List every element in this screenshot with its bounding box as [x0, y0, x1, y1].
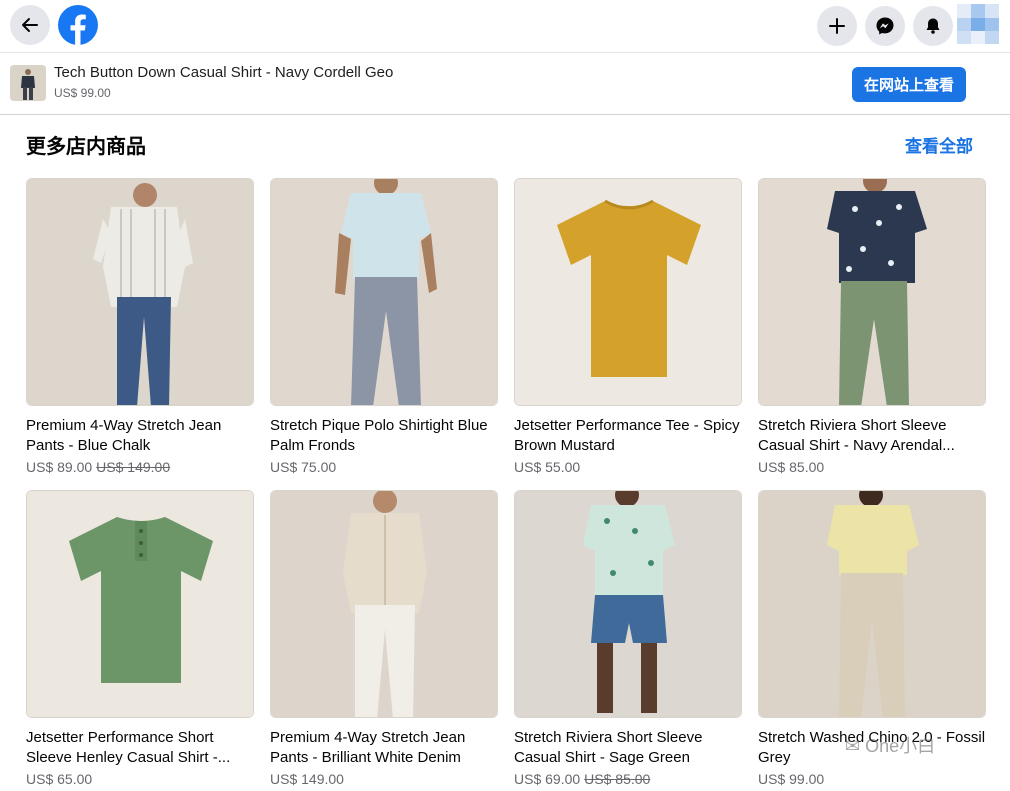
view-on-website-button[interactable]: 在网站上查看: [852, 67, 966, 102]
wechat-icon: ✉: [845, 736, 861, 756]
product-image[interactable]: [26, 490, 254, 718]
product-image[interactable]: [514, 490, 742, 718]
product-card[interactable]: Stretch Riviera Short Sleeve Casual Shir…: [514, 490, 742, 789]
top-bar: [0, 0, 1010, 53]
price: US$ 69.00: [514, 771, 581, 787]
product-card[interactable]: Premium 4-Way Stretch Jean Pants - Blue …: [26, 178, 254, 477]
old-price: US$ 149.00: [96, 459, 171, 475]
product-card[interactable]: Premium 4-Way Stretch Jean Pants - Brill…: [270, 490, 498, 789]
product-price: US$ 99.00: [54, 86, 111, 100]
notifications-button[interactable]: [913, 6, 953, 46]
old-price: US$ 85.00: [584, 771, 651, 787]
product-image[interactable]: [514, 178, 742, 406]
product-name: Stretch Riviera Short Sleeve Casual Shir…: [514, 729, 703, 766]
product-name: Stretch Riviera Short Sleeve Casual Shir…: [758, 417, 955, 454]
product-name: Premium 4-Way Stretch Jean Pants - Brill…: [270, 729, 466, 766]
product-thumbnail[interactable]: [10, 65, 46, 101]
price: US$ 89.00: [26, 459, 93, 475]
price: US$ 149.00: [270, 771, 344, 787]
bell-icon: [926, 18, 940, 34]
price: US$ 99.00: [758, 771, 825, 787]
plus-icon: [829, 18, 845, 34]
messenger-button[interactable]: [865, 6, 905, 46]
product-prices: US$ 85.00: [758, 457, 986, 477]
create-button[interactable]: [817, 6, 857, 46]
price: US$ 75.00: [270, 459, 337, 475]
product-card[interactable]: Jetsetter Performance Tee - Spicy Brown …: [514, 178, 742, 477]
product-header: Tech Button Down Casual Shirt - Navy Cor…: [0, 54, 1010, 115]
product-image[interactable]: [270, 490, 498, 718]
product-image[interactable]: [270, 178, 498, 406]
facebook-logo-icon[interactable]: [57, 4, 99, 46]
product-name: Jetsetter Performance Short Sleeve Henle…: [26, 729, 231, 766]
product-prices: US$ 69.00 US$ 85.00: [514, 769, 742, 789]
product-prices: US$ 65.00: [26, 769, 254, 789]
avatar[interactable]: [957, 4, 999, 44]
section-title: 更多店内商品: [26, 136, 146, 158]
product-prices: US$ 99.00: [758, 769, 986, 789]
back-button[interactable]: [10, 5, 50, 45]
product-prices: US$ 149.00: [270, 769, 498, 789]
watermark: ✉ One小白: [845, 732, 935, 758]
product-name: Premium 4-Way Stretch Jean Pants - Blue …: [26, 417, 222, 454]
product-prices: US$ 75.00: [270, 457, 498, 477]
messenger-icon: [876, 17, 894, 35]
product-image[interactable]: [758, 490, 986, 718]
product-title: Tech Button Down Casual Shirt - Navy Cor…: [54, 64, 394, 81]
product-prices: US$ 89.00 US$ 149.00: [26, 457, 254, 477]
product-prices: US$ 55.00: [514, 457, 742, 477]
watermark-text: One小白: [865, 736, 936, 756]
arrow-left-icon: [22, 18, 38, 32]
product-card[interactable]: Stretch Pique Polo Shirtight Blue Palm F…: [270, 178, 498, 477]
product-card[interactable]: Jetsetter Performance Short Sleeve Henle…: [26, 490, 254, 789]
product-image[interactable]: [758, 178, 986, 406]
price: US$ 55.00: [514, 459, 581, 475]
product-card[interactable]: Stretch Riviera Short Sleeve Casual Shir…: [758, 178, 986, 477]
see-all-link[interactable]: 查看全部: [905, 132, 973, 157]
product-image[interactable]: [26, 178, 254, 406]
product-name: Jetsetter Performance Tee - Spicy Brown …: [514, 417, 740, 454]
price: US$ 65.00: [26, 771, 93, 787]
price: US$ 85.00: [758, 459, 825, 475]
product-name: Stretch Pique Polo Shirtight Blue Palm F…: [270, 417, 488, 454]
